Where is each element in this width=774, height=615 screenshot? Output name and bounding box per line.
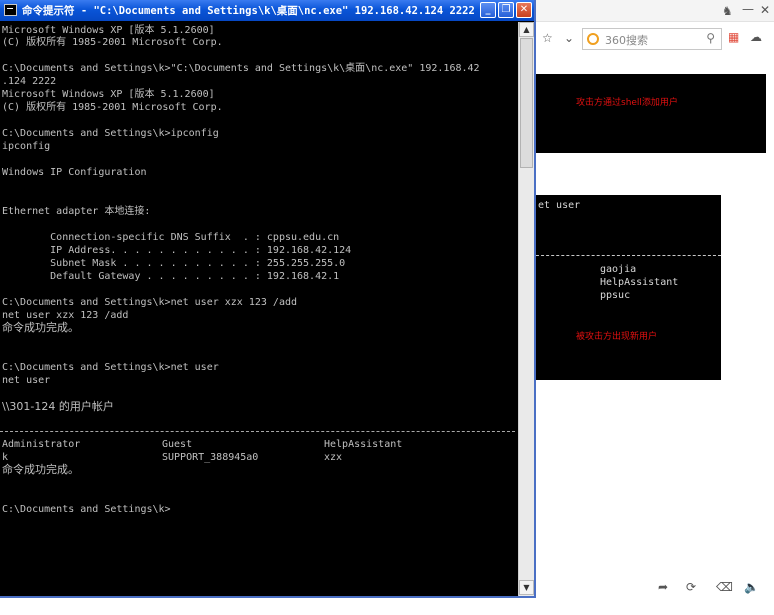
search-icon[interactable]: ⚲ xyxy=(706,31,715,45)
speaker-icon[interactable]: 🔈 xyxy=(744,580,759,594)
command-prompt[interactable]: C:\Documents and Settings\k> xyxy=(2,504,171,516)
console-line: C:\Documents and Settings\k>net user xzx… xyxy=(2,297,298,308)
minimize-icon[interactable]: — xyxy=(742,2,754,16)
net-user-fragment: et user xyxy=(538,200,581,211)
minimize-button[interactable]: _ xyxy=(480,2,496,18)
browser-status-icons: ➦ ⟳ ⌫ 🔈 xyxy=(536,580,774,596)
bg-user-2: HelpAssistant xyxy=(600,277,679,288)
titlebar[interactable]: 命令提示符 - "C:\Documents and Settings\k\桌面\… xyxy=(0,0,534,21)
console-line: Default Gateway . . . . . . . . . : 192.… xyxy=(2,271,340,282)
console-line: (C) 版权所有 1985-2001 Microsoft Corp. xyxy=(2,37,223,48)
apps-icon[interactable]: ▦ xyxy=(728,30,739,44)
bg-user-1: gaojia xyxy=(600,264,637,275)
cmd-app-icon[interactable] xyxy=(4,4,17,16)
scroll-thumb[interactable] xyxy=(520,38,533,168)
cloud-icon[interactable]: ☁ xyxy=(750,30,762,44)
trash-icon[interactable]: ⌫ xyxy=(716,580,733,594)
console-line: Subnet Mask . . . . . . . . . . . : 255.… xyxy=(2,258,346,269)
console-line: net user xyxy=(2,375,51,386)
background-terminal-image-1: 攻击方通过shell添加用户 xyxy=(536,74,766,153)
star-icon[interactable]: ☆ xyxy=(542,31,553,45)
search-engine-logo xyxy=(587,33,599,45)
console-line: C:\Documents and Settings\k>"C:\Document… xyxy=(2,63,480,74)
account-cell: Guest xyxy=(162,439,193,450)
close-icon[interactable]: ✕ xyxy=(760,3,770,17)
scroll-down-arrow-icon[interactable]: ▼ xyxy=(519,580,534,595)
console-line: 命令成功完成。 xyxy=(2,463,79,476)
window-title: 命令提示符 - "C:\Documents and Settings\k\桌面\… xyxy=(22,5,475,17)
console-divider xyxy=(0,431,515,432)
account-cell: SUPPORT_388945a0 xyxy=(162,452,259,463)
console-line: .124 2222 xyxy=(2,76,57,87)
console-output[interactable]: Microsoft Windows XP [版本 5.1.2600] (C) 版… xyxy=(0,22,517,596)
console-line: Microsoft Windows XP [版本 5.1.2600] xyxy=(2,89,215,100)
console-line: \\301-124 的用户帐户 xyxy=(2,400,114,413)
annotation-victim: 被攻击方出现新用户 xyxy=(576,332,658,342)
console-line: C:\Documents and Settings\k>net user xyxy=(2,362,219,373)
close-button[interactable]: ✕ xyxy=(516,2,532,18)
console-line: Ethernet adapter 本地连接: xyxy=(2,206,151,217)
background-terminal-image-2: et user gaojia HelpAssistant ppsuc 被攻击方出… xyxy=(536,195,721,380)
bg-divider xyxy=(536,255,721,256)
search-input[interactable]: 360搜索 ⚲ xyxy=(582,28,722,50)
console-line: ipconfig xyxy=(2,141,51,152)
console-line: IP Address. . . . . . . . . . . . : 192.… xyxy=(2,245,352,256)
cmd-window[interactable]: 命令提示符 - "C:\Documents and Settings\k\桌面\… xyxy=(0,0,536,598)
refresh-icon[interactable]: ⟳ xyxy=(686,580,696,594)
console-line: Windows IP Configuration xyxy=(2,167,147,178)
console-line: C:\Documents and Settings\k>ipconfig xyxy=(2,128,219,139)
restore-button[interactable]: ❐ xyxy=(498,2,514,18)
account-cell: xzx xyxy=(324,452,343,463)
browser-toolbar: ☆ ⌄ 360搜索 ⚲ ▦ ☁ xyxy=(536,26,774,52)
console-line: Microsoft Windows XP [版本 5.1.2600] xyxy=(2,25,215,36)
shirt-icon[interactable]: ♞ xyxy=(722,4,733,18)
browser-window: ♞ — ✕ ☆ ⌄ 360搜索 ⚲ ▦ ☁ 攻击方通过shell添加用户 et … xyxy=(536,0,774,615)
scroll-up-arrow-icon[interactable]: ▲ xyxy=(519,22,534,37)
console-line: 命令成功完成。 xyxy=(2,321,79,334)
chevron-down-icon[interactable]: ⌄ xyxy=(564,31,574,45)
pin-icon[interactable]: ➦ xyxy=(658,580,668,594)
browser-tab-strip: ♞ — ✕ xyxy=(536,0,774,22)
account-cell: Administrator xyxy=(2,439,81,450)
vertical-scrollbar[interactable]: ▲ ▼ xyxy=(518,22,534,596)
console-line: (C) 版权所有 1985-2001 Microsoft Corp. xyxy=(2,102,223,113)
bg-user-3: ppsuc xyxy=(600,290,631,301)
search-placeholder: 360搜索 xyxy=(605,34,648,47)
annotation-attacker: 攻击方通过shell添加用户 xyxy=(576,98,678,108)
account-cell: HelpAssistant xyxy=(324,439,403,450)
console-line: Connection-specific DNS Suffix . : cppsu… xyxy=(2,232,340,243)
